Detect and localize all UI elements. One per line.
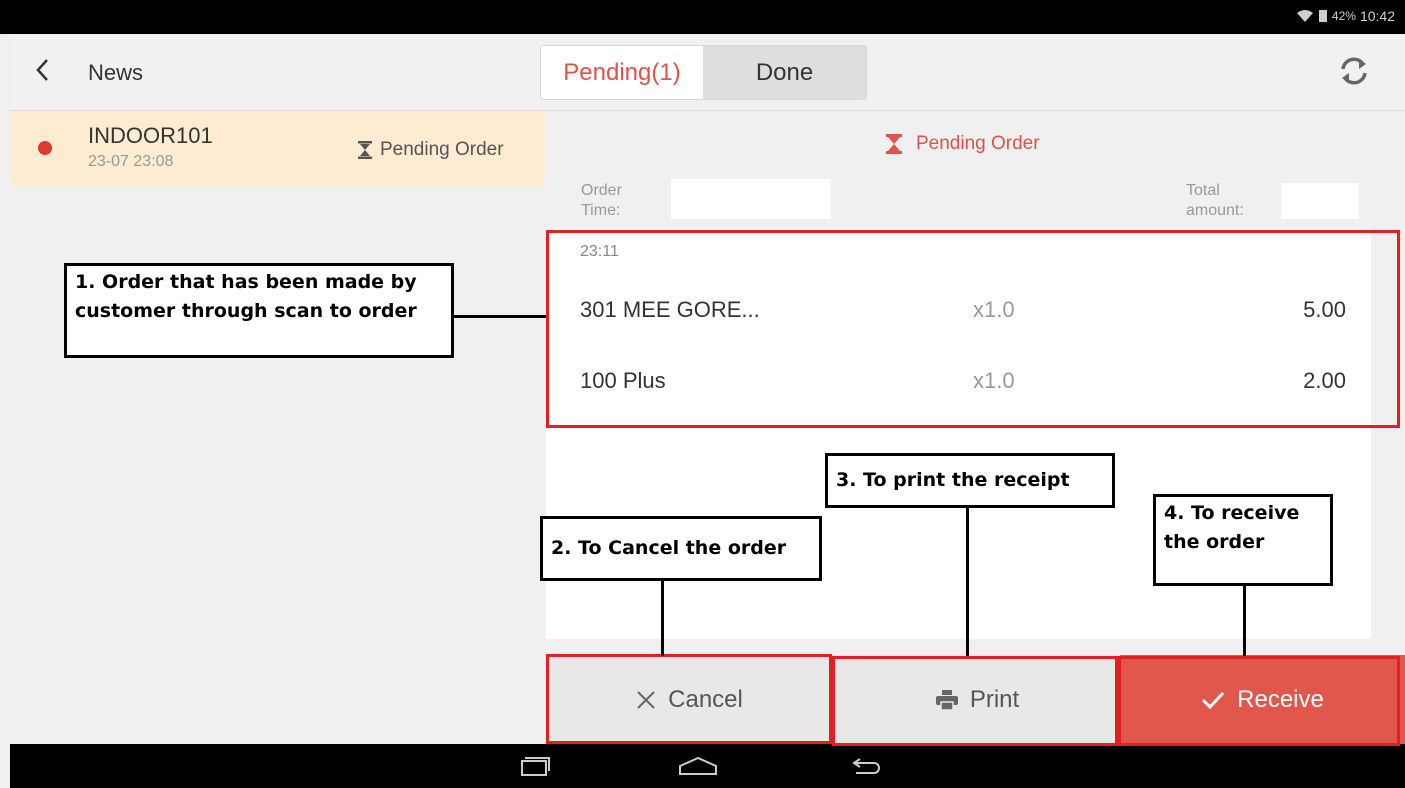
order-status-label: Pending Order [380,139,504,160]
print-highlight-box [832,656,1118,746]
battery-icon [1318,10,1327,22]
order-status: Pending Order [358,139,504,161]
annotation-connector [661,581,664,656]
annotation-connector [1243,586,1246,656]
order-table-name: INDOOR101 [88,123,213,148]
home-icon[interactable] [678,756,718,776]
back-arrow-icon[interactable] [35,56,49,90]
unread-dot-icon [38,141,52,155]
receive-highlight-box [1118,656,1400,746]
annotation-receive: 4. To receive the order [1153,494,1333,586]
detail-status: Pending Order [886,133,1040,155]
total-amount-value [1281,183,1359,219]
clock: 10:42 [1359,8,1395,24]
tab-done[interactable]: Done [703,46,866,99]
hourglass-icon [358,141,372,159]
order-tabs: Pending(1) Done [540,45,867,100]
detail-status-label: Pending Order [916,133,1040,154]
annotation-order-made: 1. Order that has been made by customer … [64,263,454,358]
refresh-icon[interactable] [1335,52,1373,90]
app-header: News Pending(1) Done [10,34,1405,111]
items-highlight-box [546,230,1400,428]
status-bar: 42% 10:42 [0,0,1405,34]
annotation-cancel: 2. To Cancel the order [540,516,822,581]
status-indicators: 42% 10:42 [1296,8,1395,24]
hourglass-icon [886,134,902,154]
total-amount-label: Total amount: [1186,182,1244,219]
recent-apps-icon[interactable] [520,756,550,776]
tab-pending[interactable]: Pending(1) [541,46,703,99]
order-time-label: Order Time: [581,182,622,219]
order-time-value [671,179,831,219]
order-list: INDOOR101 23-07 23:08 Pending Order [10,111,545,744]
back-nav-icon[interactable] [848,757,882,775]
navigation-bar [10,744,1405,788]
annotation-print: 3. To print the receipt [825,453,1115,508]
annotation-connector [454,315,546,318]
page-title: News [88,60,144,85]
list-item[interactable]: INDOOR101 23-07 23:08 Pending Order [10,111,545,187]
order-datetime: 23-07 23:08 [88,153,174,170]
cancel-highlight-box [546,654,832,744]
battery-level: 42% [1331,9,1356,23]
annotation-connector [966,508,969,656]
wifi-icon [1296,10,1313,22]
